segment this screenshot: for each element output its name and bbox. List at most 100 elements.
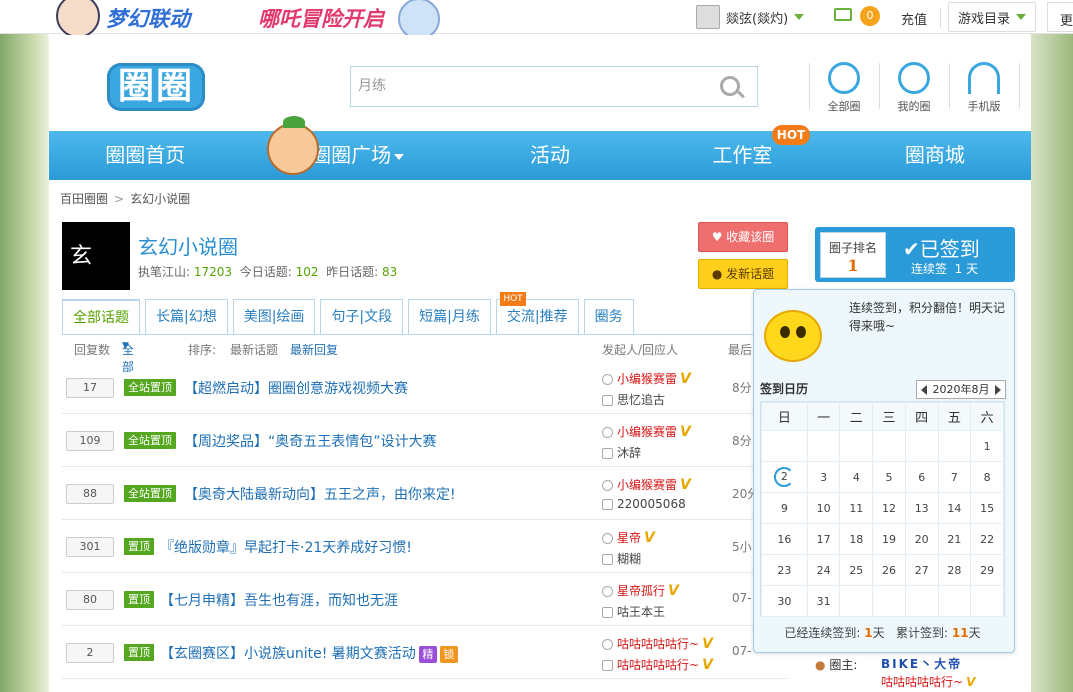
favorite-circle-button[interactable]: ♥ 收藏该圈	[698, 222, 788, 252]
calendar-day[interactable]: 14	[937, 492, 972, 524]
comment-icon	[602, 607, 613, 618]
replier-name[interactable]: 沐辞	[617, 446, 641, 460]
nav-studio[interactable]: 工作室	[646, 131, 838, 180]
signed-status[interactable]: ✔已签到	[903, 233, 980, 262]
calendar-day[interactable]: 11	[839, 492, 874, 524]
calendar-day[interactable]: 3	[806, 461, 841, 493]
nav-mobile[interactable]: 手机版	[954, 62, 1014, 114]
author-name[interactable]: 星帝	[617, 531, 641, 545]
topic-title[interactable]: 【周边奖品】“奥奇五王表情包”设计大赛	[184, 431, 437, 451]
calendar-day[interactable]: 26	[872, 554, 906, 586]
table-row[interactable]: 109 全站置顶 【周边奖品】“奥奇五王表情包”设计大赛 小编猴赛雷 V 沐辞 8…	[62, 414, 787, 467]
calendar-day[interactable]: 1	[970, 430, 1004, 462]
replier-name[interactable]: 糊糊	[617, 552, 641, 566]
calendar-day[interactable]: 30	[761, 585, 808, 617]
header-author: 发起人/回应人	[602, 343, 679, 357]
chevron-down-icon	[394, 153, 405, 160]
calendar-day[interactable]: 31	[806, 585, 841, 617]
author-name[interactable]: 小编猴赛雷	[617, 372, 677, 386]
more-button[interactable]: 更	[1047, 2, 1073, 32]
user-menu[interactable]: 燚弦(燚灼)	[696, 4, 805, 30]
search-icon[interactable]	[720, 76, 740, 96]
nav-shop[interactable]: 圈商城	[839, 131, 1031, 180]
sort-reply[interactable]: 最新回复	[290, 341, 338, 358]
mail-icon[interactable]	[834, 8, 852, 21]
calendar-day[interactable]: 23	[761, 554, 808, 586]
comment-icon	[602, 660, 613, 671]
table-row[interactable]: 17 全站置顶 【超燃启动】圈圈创意游戏视频大赛 小编猴赛雷 V 思忆追古 8分	[62, 361, 787, 414]
month-selector[interactable]: 2020年8月	[916, 380, 1006, 399]
owner-name-1[interactable]: BIKE丶大帝	[881, 655, 962, 672]
author-name[interactable]: 小编猴赛雷	[617, 425, 677, 439]
search-input[interactable]: 月练	[350, 66, 758, 107]
tab-sentence[interactable]: 句子|文段	[320, 299, 404, 335]
nav-activity[interactable]: 活动	[454, 131, 646, 180]
replier-name[interactable]: 咕咕咕咕咕行~	[617, 658, 699, 672]
tab-art[interactable]: 美图|绘画	[232, 299, 316, 335]
calendar-day[interactable]: 5	[872, 461, 906, 493]
signin-panel[interactable]: 圈子排名 1 ✔已签到 连续签 1 天	[815, 227, 1015, 282]
calendar-day[interactable]: 29	[970, 554, 1004, 586]
calendar-day[interactable]: 22	[970, 523, 1004, 555]
calendar-day[interactable]: 6	[904, 461, 939, 493]
calendar-day[interactable]: 9	[761, 492, 808, 524]
calendar-day[interactable]: 18	[839, 523, 874, 555]
calendar-day[interactable]: 16	[761, 523, 808, 555]
topic-title[interactable]: 【奥奇大陆最新动向】五王之声，由你来定!	[184, 484, 456, 504]
replier-name[interactable]: 220005068	[617, 497, 686, 511]
table-row[interactable]: 80 置顶 【七月申精】吾生也有涯，而知也无涯 星帝孤行 V 咕王本王 07-	[62, 573, 787, 626]
chevron-left-icon[interactable]	[921, 385, 927, 395]
calendar-day[interactable]: 20	[904, 523, 939, 555]
topic-title[interactable]: 『绝版勋章』早起打卡·21天养成好习惯!	[160, 537, 412, 557]
owner-name-2[interactable]: 咕咕咕咕咕行~ V	[881, 673, 975, 690]
promo-banner[interactable]: 梦幻联动 哪吒冒险开启	[48, 0, 440, 40]
calendar-day[interactable]: 10	[806, 492, 841, 524]
replier-name[interactable]: 思忆追古	[617, 393, 665, 407]
circle-title[interactable]: 玄幻小说圈	[138, 231, 238, 260]
topic-title[interactable]: 【七月申精】吾生也有涯，而知也无涯	[160, 590, 398, 610]
author-name[interactable]: 咕咕咕咕咕行~	[617, 637, 699, 651]
tab-short[interactable]: 短篇|月练	[408, 299, 491, 335]
calendar-day[interactable]: 19	[872, 523, 906, 555]
nav-home[interactable]: 圈圈首页	[49, 131, 241, 180]
tab-fantasy[interactable]: 长篇|幻想	[145, 299, 228, 335]
site-logo[interactable]: 圈圈	[107, 63, 205, 111]
chevron-right-icon[interactable]	[995, 385, 1001, 395]
calendar-day[interactable]: 24	[806, 554, 841, 586]
game-directory-dropdown[interactable]: 游戏目录	[948, 2, 1036, 32]
replier-name[interactable]: 咕王本王	[617, 605, 665, 619]
table-row[interactable]: 2 置顶 【玄圈赛区】小说族unite! 暑期文赛活动精锁 咕咕咕咕咕行~ V 咕…	[62, 626, 787, 679]
nav-all-circles[interactable]: 全部圈	[814, 62, 874, 114]
calendar-day[interactable]: 21	[937, 523, 972, 555]
topic-title[interactable]: 【超燃启动】圈圈创意游戏视频大赛	[184, 378, 408, 398]
calendar-day[interactable]: 27	[904, 554, 939, 586]
calendar-day	[937, 430, 972, 462]
continuous-signin: 连续签 1 天	[911, 260, 978, 277]
topic-title[interactable]: 【玄圈赛区】小说族unite! 暑期文赛活动	[160, 646, 416, 662]
calendar-day[interactable]: 15	[970, 492, 1004, 524]
circle-logo[interactable]: 玄	[62, 222, 130, 290]
calendar-day[interactable]: 8	[970, 461, 1004, 493]
table-row[interactable]: 88 全站置顶 【奥奇大陆最新动向】五王之声，由你来定! 小编猴赛雷 V 2200…	[62, 467, 787, 520]
calendar-day[interactable]: 2	[761, 461, 808, 493]
sort-label: 排序:	[188, 343, 217, 357]
tab-all[interactable]: 全部话题	[62, 299, 140, 335]
nav-my-circles[interactable]: 我的圈	[884, 62, 944, 114]
sort-newest[interactable]: 最新话题	[230, 341, 278, 358]
author-name[interactable]: 小编猴赛雷	[617, 478, 677, 492]
calendar-day[interactable]: 28	[937, 554, 972, 586]
breadcrumb-root[interactable]: 百田圈圈	[60, 192, 108, 206]
table-row[interactable]: 301 置顶 『绝版勋章』早起打卡·21天养成好习惯! 星帝 V 糊糊 5小	[62, 520, 787, 573]
calendar-day[interactable]: 4	[839, 461, 874, 493]
calendar-day[interactable]: 25	[839, 554, 874, 586]
author-name[interactable]: 星帝孤行	[617, 584, 665, 598]
calendar-day[interactable]: 17	[806, 523, 841, 555]
tab-affairs[interactable]: 圈务	[583, 299, 634, 335]
recharge-link[interactable]: 充值	[901, 9, 927, 28]
breadcrumb-current[interactable]: 玄幻小说圈	[130, 192, 190, 206]
new-topic-button[interactable]: ● 发新话题	[698, 259, 788, 289]
calendar-day[interactable]: 13	[904, 492, 939, 524]
calendar-day[interactable]: 7	[937, 461, 972, 493]
calendar-day[interactable]: 12	[872, 492, 906, 524]
username: 燚弦(燚灼)	[726, 11, 789, 27]
